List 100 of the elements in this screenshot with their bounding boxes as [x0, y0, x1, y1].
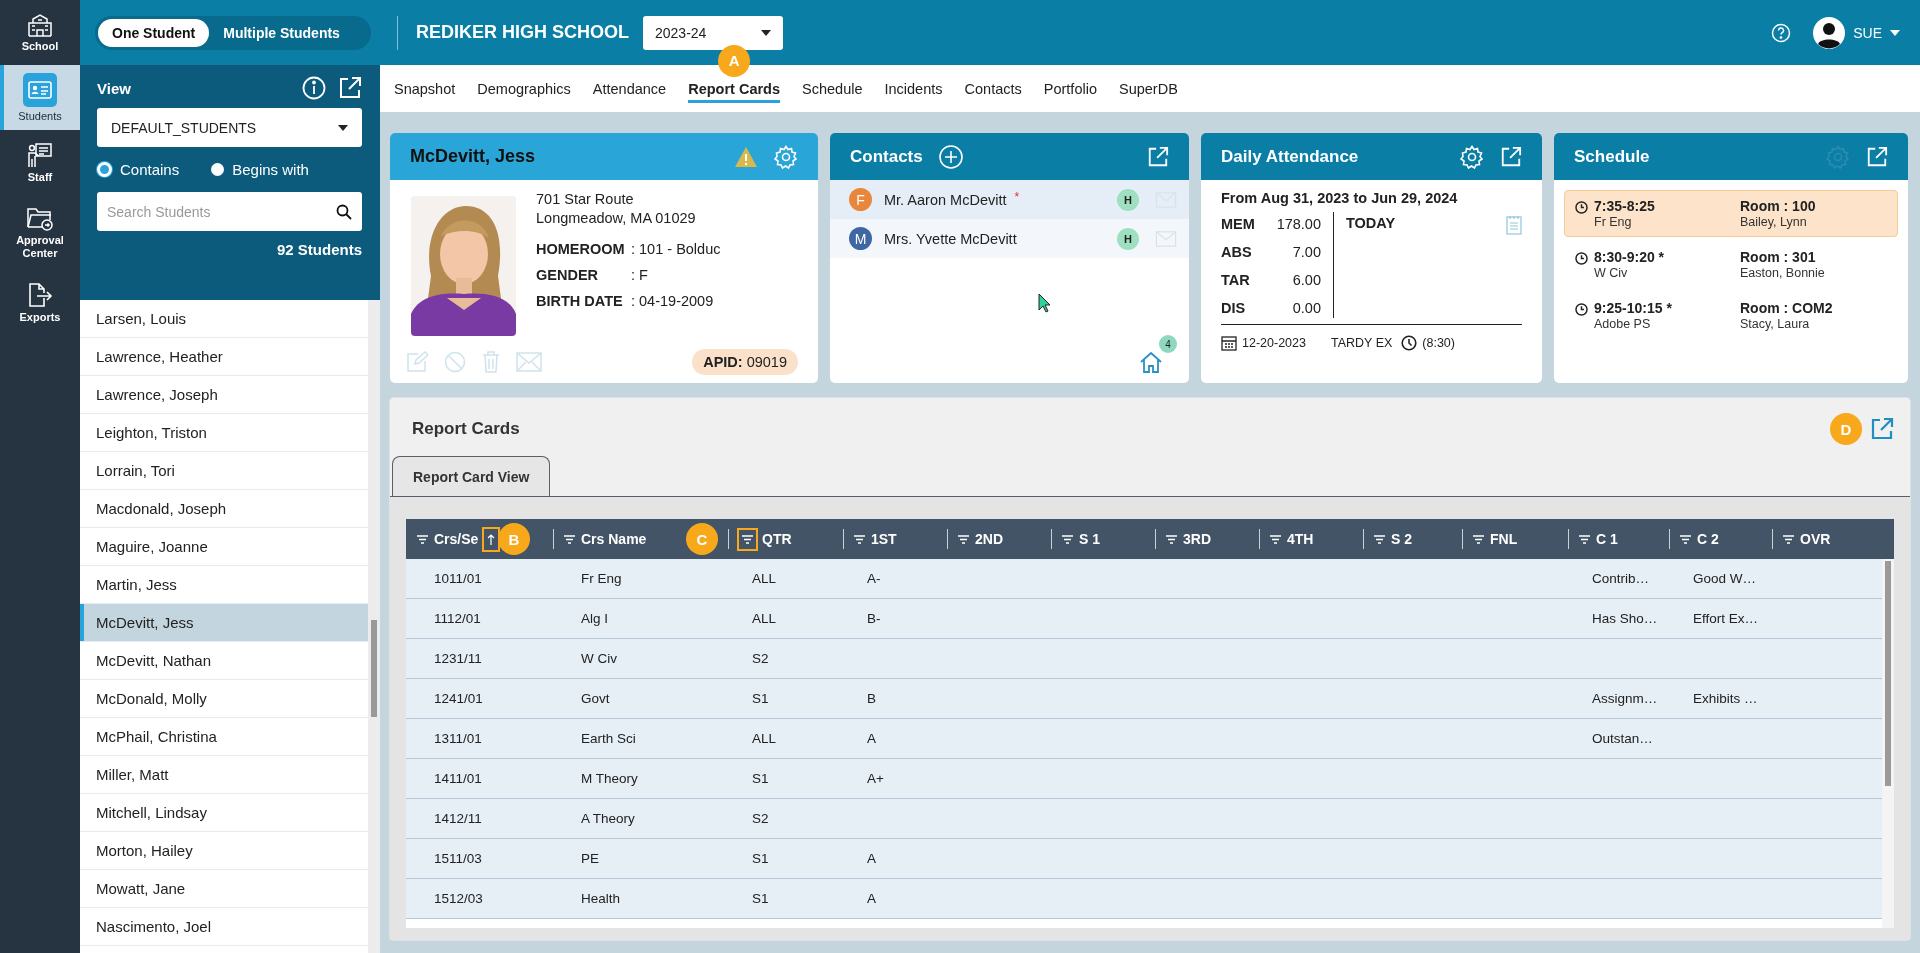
nav-tab[interactable]: Contacts [964, 74, 1022, 103]
filter-icon[interactable] [1473, 534, 1484, 544]
rail-item[interactable]: School [0, 0, 80, 65]
room-label: Room : 100 [1740, 198, 1817, 214]
column-header[interactable]: FNL [1490, 531, 1518, 547]
column-header[interactable]: C 2 [1697, 531, 1719, 547]
table-cell: S1 [752, 691, 769, 706]
scrollbar-thumb[interactable] [1885, 561, 1891, 786]
contact-name: Mrs. Yvette McDevitt [884, 230, 1017, 247]
gear-icon[interactable] [1460, 144, 1484, 169]
nav-tab[interactable]: Demographics [477, 74, 571, 103]
popout-icon[interactable] [1147, 145, 1169, 168]
schedule-period[interactable]: 7:35-8:25 Fr Eng Room : 100 Bailey, Lynn [1564, 190, 1898, 237]
nav-tab[interactable]: Portfolio [1043, 74, 1097, 103]
popout-icon[interactable] [1870, 417, 1894, 441]
id-card-icon [23, 72, 57, 107]
table-cell: 1412/11 [434, 811, 482, 826]
view-tab[interactable]: Report Card View [392, 456, 551, 496]
gear-icon[interactable] [774, 144, 798, 169]
popout-icon[interactable] [338, 76, 362, 100]
attendance-code: TARDY EX [1330, 336, 1393, 350]
mode-toggle-option[interactable]: Multiple Students [209, 18, 354, 47]
table-cell: Effort Ex… [1693, 611, 1759, 626]
user-menu[interactable]: SUE [1813, 16, 1900, 49]
apid-badge: APID: 09019 [692, 349, 798, 375]
radio-button[interactable] [211, 163, 225, 176]
phone-badge[interactable]: H [1117, 227, 1139, 250]
nav-tab[interactable]: Incidents [884, 74, 943, 103]
filter-icon[interactable] [564, 534, 575, 544]
filter-icon[interactable] [958, 534, 969, 544]
table-cell: B [867, 691, 876, 706]
field-value: : 04-19-2009 [631, 292, 715, 311]
popout-icon[interactable] [1500, 145, 1522, 168]
filter-icon[interactable] [1680, 534, 1691, 544]
column-header[interactable]: S 2 [1391, 531, 1412, 547]
mode-toggle-option[interactable]: One Student [98, 18, 210, 47]
table-cell: 1512/03 [434, 891, 483, 906]
nav-tab[interactable]: Report Cards [688, 74, 780, 103]
house-icon[interactable] [1139, 351, 1163, 373]
column-header[interactable]: OVR [1800, 531, 1831, 547]
info-icon[interactable] [302, 76, 326, 100]
filter-icon[interactable] [1579, 534, 1590, 544]
add-icon[interactable] [938, 144, 963, 169]
required-marker: * [1014, 190, 1020, 204]
table-cell: A [867, 731, 876, 746]
filter-icon[interactable] [854, 534, 865, 544]
contact-row[interactable]: M Mrs. Yvette McDevitt H [830, 219, 1189, 258]
rail-item[interactable]: Staff [0, 130, 80, 195]
view-dropdown[interactable]: DEFAULT_STUDENTS [97, 108, 362, 147]
help-icon[interactable] [1771, 22, 1792, 43]
rail-item[interactable]: Students [0, 65, 80, 130]
column-header[interactable]: S 1 [1079, 531, 1100, 547]
table-cell: A- [867, 571, 881, 586]
contact-row[interactable]: F Mr. Aaron McDevitt * H [830, 180, 1189, 219]
scrollbar-thumb[interactable] [371, 620, 377, 717]
nav-tab[interactable]: Schedule [802, 74, 863, 103]
filter-icon[interactable] [417, 534, 428, 544]
field-label: HOMEROOM [536, 240, 626, 259]
period-time: 9:25-10:15 * [1594, 300, 1673, 316]
course-name: Adobe PS [1594, 317, 1652, 331]
table-cell: Exhibits … [1693, 691, 1758, 706]
contact-avatar: F [849, 188, 872, 211]
table-cell: Contrib… [1592, 571, 1650, 586]
search-field[interactable]: Search Students [97, 192, 362, 231]
year-dropdown[interactable]: 2023-24 [643, 15, 783, 50]
schedule-period[interactable]: 8:30-9:20 * W Civ Room : 301 Easton, Bonnie [1564, 241, 1898, 288]
sort-arrow-icon[interactable] [487, 533, 496, 545]
column-header[interactable]: 4TH [1287, 531, 1314, 547]
filter-icon[interactable] [742, 534, 753, 544]
table-cell: Assignm… [1592, 691, 1658, 706]
radio-button[interactable] [97, 162, 112, 177]
period-time: 8:30-9:20 * [1594, 249, 1666, 265]
column-header[interactable]: QTR [762, 531, 792, 547]
student-list-item[interactable]: McDevitt, Jess [80, 604, 368, 642]
column-header[interactable]: 3RD [1183, 531, 1211, 547]
table-cell: W Civ [581, 651, 617, 666]
table-cell: A [867, 851, 876, 866]
column-header[interactable]: C 1 [1596, 531, 1618, 547]
column-header[interactable]: 2ND [975, 531, 1003, 547]
filter-icon[interactable] [1270, 534, 1281, 544]
period-time: 7:35-8:25 [1594, 198, 1656, 214]
stat-value: 6.00 [1291, 271, 1321, 289]
column-header[interactable]: Crs Name [581, 531, 647, 547]
nav-tab[interactable]: Snapshot [394, 74, 456, 103]
table-cell: Outstan… [1592, 731, 1653, 746]
filter-icon[interactable] [1166, 534, 1177, 544]
nav-tab[interactable]: SuperDB [1118, 74, 1178, 103]
phone-badge[interactable]: H [1117, 188, 1139, 211]
caret-icon [1890, 29, 1900, 36]
filter-icon[interactable] [1062, 534, 1073, 544]
column-header[interactable]: Crs/Se [434, 531, 479, 547]
rail-item[interactable]: Exports [0, 270, 80, 335]
column-header[interactable]: 1ST [871, 531, 897, 547]
filter-icon[interactable] [1374, 534, 1385, 544]
popout-icon[interactable] [1866, 145, 1888, 168]
warning-icon[interactable] [734, 145, 758, 168]
schedule-period[interactable]: 9:25-10:15 * Adobe PS Room : COM2 Stacy, Laura [1564, 292, 1898, 339]
filter-icon[interactable] [1783, 534, 1794, 544]
nav-tab[interactable]: Attendance [592, 74, 667, 103]
rail-item[interactable]: Approval Center [0, 195, 80, 270]
